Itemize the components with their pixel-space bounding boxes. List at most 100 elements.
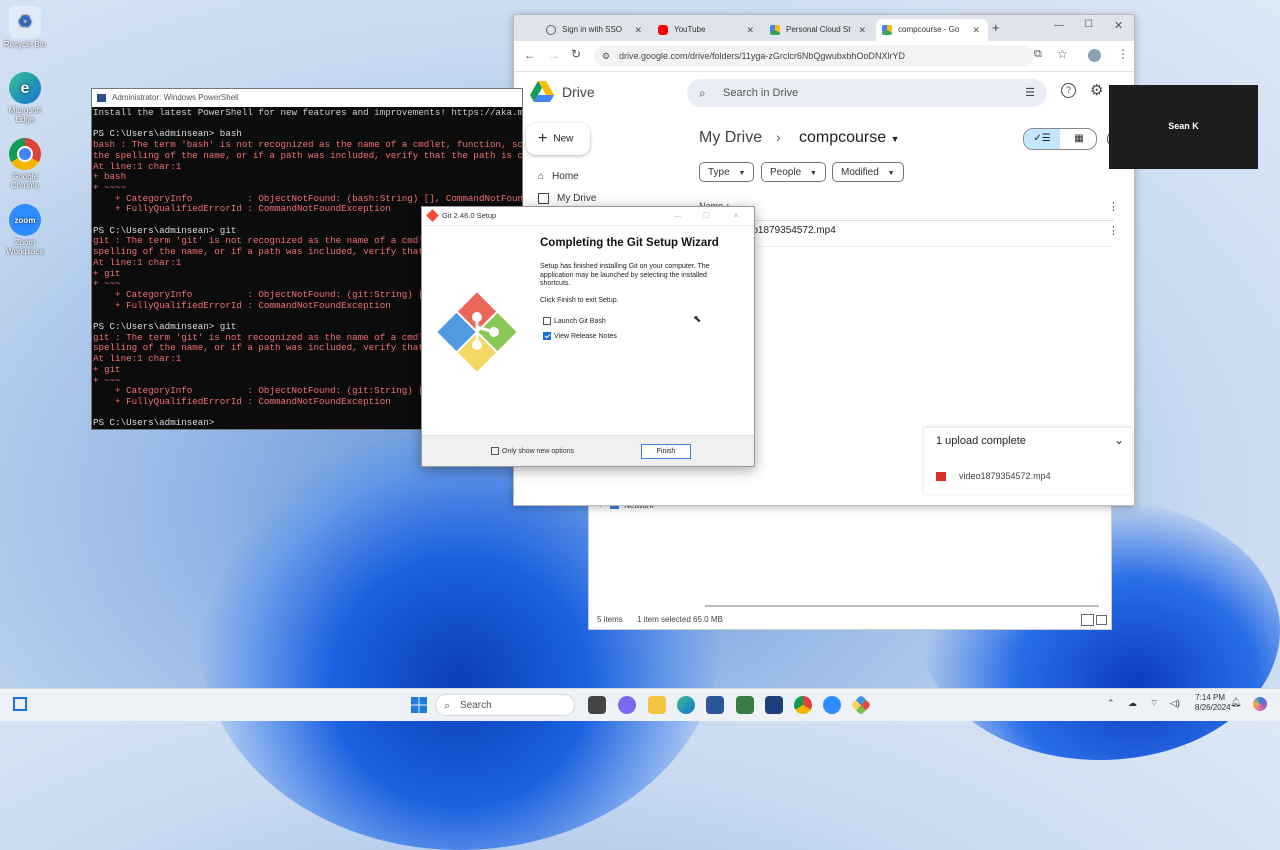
desktop-icon-chrome[interactable]: Google Chrome	[2, 138, 48, 190]
breadcrumb-current[interactable]: compcourse ▼	[799, 129, 900, 147]
maximize-button[interactable]: ☐	[703, 207, 710, 225]
drive-icon	[882, 25, 892, 35]
taskbar-search[interactable]: ⌕ Search	[435, 694, 575, 716]
excel-icon[interactable]	[736, 696, 754, 714]
powershell-icon[interactable]	[765, 696, 783, 714]
upload-panel: 1 upload complete ⌄ video1879354572.mp4	[924, 428, 1132, 494]
zoom-icon: zoom	[9, 204, 41, 236]
status-item-count: 5 items	[597, 615, 623, 624]
filter-people[interactable]: People ▼	[761, 162, 826, 182]
chat-icon[interactable]	[618, 696, 636, 714]
participant-name: Sean K	[1168, 121, 1199, 131]
maximize-button[interactable]: ☐	[1084, 19, 1093, 30]
help-icon[interactable]: ?	[1061, 83, 1076, 98]
task-view-icon[interactable]	[588, 696, 606, 714]
minimize-button[interactable]: —	[1054, 20, 1064, 31]
mouse-cursor: ⬉	[693, 314, 702, 325]
launch-git-bash-checkbox[interactable]: Launch Git Bash	[543, 317, 606, 325]
wizard-body: Setup has finished installing Git on you…	[540, 263, 710, 287]
git-installer-icon[interactable]	[850, 694, 872, 716]
menu-dots-icon[interactable]: ⋮	[1117, 47, 1129, 61]
settings-gear-icon[interactable]: ⚙	[1090, 81, 1103, 99]
close-icon[interactable]: ✕	[634, 19, 642, 41]
view-toggle: ✓☰ ▦	[1023, 128, 1097, 150]
close-button[interactable]: ✕	[733, 207, 739, 225]
url-field[interactable]: ⚙ drive.google.com/drive/folders/11yga-z…	[594, 45, 1034, 67]
volume-icon[interactable]: ◁)	[1170, 698, 1180, 709]
back-icon[interactable]: ←	[524, 48, 536, 62]
tab-youtube[interactable]: YouTube ✕	[652, 19, 762, 41]
network-icon[interactable]: ☁	[1128, 698, 1137, 709]
details-view-icon[interactable]	[1081, 614, 1094, 626]
copilot-icon[interactable]	[1253, 697, 1267, 711]
tab-compcourse[interactable]: compcourse - Go ✕	[876, 19, 988, 41]
finish-button[interactable]: Finish	[641, 444, 691, 459]
install-app-icon[interactable]: ⧉	[1034, 48, 1042, 61]
checkbox-icon	[543, 317, 551, 325]
search-options-icon[interactable]: ☰	[1025, 79, 1035, 107]
clock[interactable]: 7:14 PM 8/26/2024	[1195, 693, 1231, 713]
column-menu-icon[interactable]: ⋮	[1108, 200, 1119, 213]
upload-title: 1 upload complete	[936, 435, 1026, 447]
wizard-instruction: Click Finish to exit Setup.	[540, 297, 619, 304]
powershell-icon	[97, 94, 106, 102]
caret-down-icon: ▼	[890, 134, 900, 144]
only-new-options-checkbox[interactable]: Only show new options	[491, 447, 574, 455]
filter-modified[interactable]: Modified ▼	[832, 162, 904, 182]
tab-personal-cloud[interactable]: Personal Cloud St ✕	[764, 19, 874, 41]
filter-type[interactable]: Type ▼	[699, 162, 755, 182]
close-window-button[interactable]: ✕	[1114, 19, 1123, 32]
powershell-titlebar[interactable]: Administrator: Windows PowerShell	[92, 89, 522, 107]
new-button[interactable]: + New	[526, 123, 590, 155]
edge-icon[interactable]	[677, 696, 695, 714]
store-icon[interactable]	[706, 696, 724, 714]
list-view-icon[interactable]: ✓☰	[1024, 129, 1060, 149]
chevron-down-icon[interactable]: ⌄	[1114, 433, 1124, 447]
row-menu-icon[interactable]: ⋮	[1108, 224, 1119, 237]
close-icon[interactable]: ✕	[858, 19, 866, 41]
breadcrumb-root[interactable]: My Drive	[699, 129, 762, 147]
profile-avatar[interactable]	[1088, 49, 1101, 62]
chrome-icon[interactable]	[794, 696, 812, 714]
view-release-notes-checkbox[interactable]: View Release Notes	[543, 332, 617, 340]
file-explorer-icon[interactable]	[648, 696, 666, 714]
new-tab-button[interactable]: +	[992, 20, 1000, 35]
wifi-icon[interactable]: ⌔	[1150, 698, 1158, 709]
upload-file-name[interactable]: video1879354572.mp4	[959, 471, 1051, 481]
tiles-view-icon[interactable]	[1096, 615, 1107, 625]
my-drive-icon	[538, 193, 549, 204]
reload-icon[interactable]: ↻	[571, 47, 581, 61]
drive-logo-icon[interactable]	[530, 81, 554, 103]
zoom-icon[interactable]	[823, 696, 841, 714]
git-logo-icon	[432, 287, 522, 377]
dialog-titlebar[interactable]: Git 2.46.0 Setup — ☐ ✕	[422, 207, 754, 226]
home-icon: ⌂	[538, 171, 545, 182]
horizontal-scrollbar[interactable]	[705, 605, 1099, 607]
globe-icon	[546, 25, 556, 35]
divider	[694, 246, 1114, 247]
forward-icon[interactable]: →	[548, 48, 560, 62]
nav-home[interactable]: ⌂ Home	[538, 171, 579, 182]
minimize-button[interactable]: —	[674, 207, 682, 225]
drive-search-input[interactable]: ⌕ Search in Drive ☰	[687, 79, 1047, 107]
bookmark-star-icon[interactable]: ☆	[1057, 47, 1068, 61]
chrome-icon	[9, 138, 41, 170]
drive-brand: Drive	[562, 84, 595, 100]
nav-my-drive[interactable]: My Drive	[538, 193, 596, 204]
file-row[interactable]: video1879354572.mp4 ⋮	[694, 222, 1119, 246]
close-icon[interactable]: ✕	[746, 19, 754, 41]
desktop-icon-edge[interactable]: e Microsoft Edge	[2, 72, 48, 124]
site-info-icon: ⚙	[602, 51, 611, 61]
notification-bell-icon[interactable]: 🔔︎	[1230, 697, 1241, 708]
widgets-icon[interactable]	[13, 697, 27, 711]
desktop-icon-zoom[interactable]: zoom Zoom Workplace	[2, 204, 48, 256]
checkbox-icon	[543, 332, 551, 340]
desktop-icon-recycle-bin[interactable]: ♻ Recycle Bin	[2, 6, 48, 49]
chevron-up-icon[interactable]: ⌃	[1107, 698, 1115, 709]
start-windows-icon[interactable]	[411, 697, 427, 713]
grid-view-icon[interactable]: ▦	[1062, 129, 1096, 149]
search-icon: ⌕	[444, 700, 451, 712]
close-icon[interactable]: ✕	[972, 19, 980, 41]
git-logo-icon	[426, 209, 439, 222]
tab-sso[interactable]: Sign in with SSO ✕	[540, 19, 650, 41]
